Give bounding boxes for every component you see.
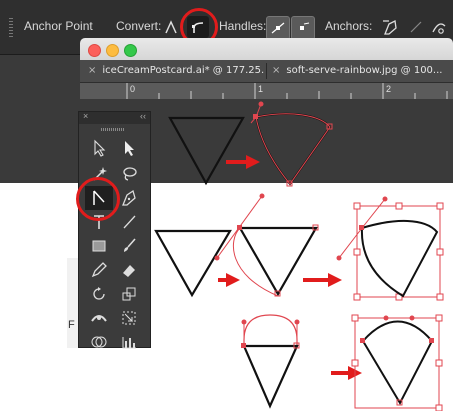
converted-shape-middle	[336, 196, 444, 301]
converted-shape-bottom	[351, 314, 443, 411]
arrow-right-3	[303, 273, 342, 287]
arrow-right-1	[226, 155, 260, 169]
converted-shape-top	[250, 101, 333, 187]
arrow-right-4	[331, 366, 362, 380]
illustration-canvas	[154, 101, 444, 411]
original-triangle-middle	[154, 229, 232, 298]
handles-drawn-shape	[241, 314, 300, 409]
original-triangle-top	[168, 116, 245, 186]
arrow-right-2	[218, 273, 240, 287]
